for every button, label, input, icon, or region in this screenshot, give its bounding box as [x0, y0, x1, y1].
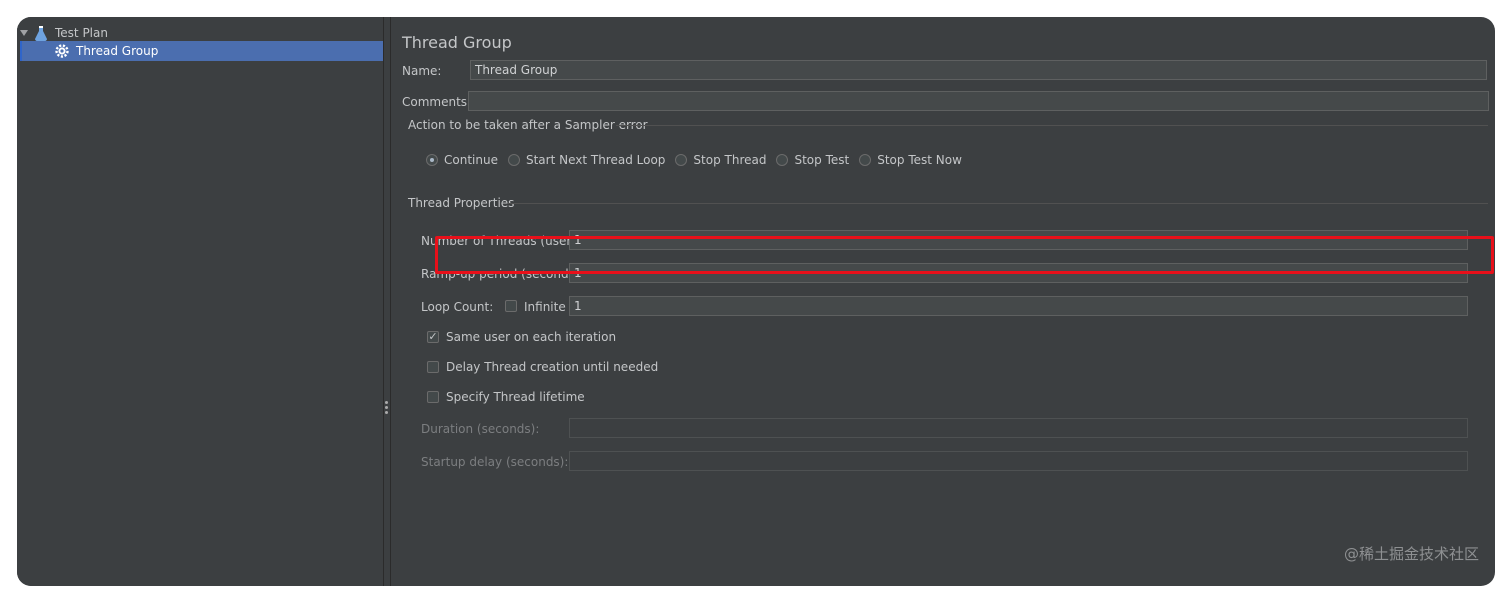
drag-handle-icon[interactable]: [385, 401, 389, 415]
tree-item-test-plan[interactable]: Test Plan: [17, 23, 108, 43]
thread-properties-heading: Thread Properties: [408, 196, 515, 210]
same-user-checkbox[interactable]: ✓: [427, 331, 439, 343]
name-label: Name:: [402, 64, 442, 78]
panel-title: Thread Group: [402, 33, 512, 52]
test-plan-tree: Test Plan Thread Group: [17, 17, 383, 586]
radio-label: Start Next Thread Loop: [525, 153, 666, 167]
sampler-error-radio-group: Continue Start Next Thread Loop Stop Thr…: [426, 153, 972, 167]
tree-item-label: Test Plan: [55, 26, 108, 40]
startup-delay-field: [569, 451, 1468, 471]
sampler-error-heading: Action to be taken after a Sampler error: [408, 118, 648, 132]
section-divider: [616, 125, 1488, 126]
radio-continue[interactable]: Continue: [426, 153, 498, 167]
radio-button[interactable]: [859, 154, 872, 166]
radio-button[interactable]: [675, 154, 688, 166]
watermark-text: @稀土掘金技术社区: [1343, 545, 1479, 563]
startup-delay-label: Startup delay (seconds):: [421, 455, 569, 469]
radio-label: Continue: [444, 153, 498, 167]
delay-thread-label: Delay Thread creation until needed: [446, 360, 659, 374]
highlight-annotation-box: [435, 236, 1494, 274]
radio-button[interactable]: [426, 154, 438, 166]
name-field[interactable]: Thread Group: [470, 60, 1487, 80]
section-divider: [508, 203, 1488, 204]
comments-field[interactable]: [468, 91, 1489, 111]
duration-field: [569, 418, 1468, 438]
thread-lifetime-label: Specify Thread lifetime: [446, 390, 585, 404]
expand-arrow-icon[interactable]: [17, 23, 31, 43]
radio-start-next-thread-loop[interactable]: Start Next Thread Loop: [507, 153, 666, 167]
radio-label: Stop Thread: [693, 153, 767, 167]
radio-stop-test[interactable]: Stop Test: [776, 153, 849, 167]
duration-label: Duration (seconds):: [421, 422, 540, 436]
checkmark-icon: ✓: [428, 330, 438, 343]
infinite-label: Infinite: [524, 300, 566, 314]
jmeter-window: Test Plan Thread Group Thread Group Name…: [17, 17, 1495, 586]
thread-group-panel: Thread Group Name: Thread Group Comments…: [392, 17, 1495, 586]
radio-button[interactable]: [776, 154, 789, 166]
radio-stop-test-now[interactable]: Stop Test Now: [859, 153, 962, 167]
same-user-label: Same user on each iteration: [446, 330, 617, 344]
flask-icon: [35, 25, 49, 41]
loop-count-field[interactable]: 1: [569, 296, 1468, 316]
split-pane-divider[interactable]: [383, 17, 391, 586]
delay-thread-checkbox[interactable]: [427, 361, 439, 373]
radio-button[interactable]: [507, 154, 520, 166]
tree-item-thread-group[interactable]: Thread Group: [20, 41, 383, 61]
comments-label: Comments:: [402, 95, 472, 109]
tree-item-label: Thread Group: [76, 44, 159, 58]
gear-icon: [53, 42, 71, 60]
radio-label: Stop Test Now: [877, 153, 962, 167]
radio-stop-thread[interactable]: Stop Thread: [675, 153, 766, 167]
radio-label: Stop Test: [794, 153, 850, 167]
thread-lifetime-checkbox[interactable]: [427, 391, 439, 403]
loop-count-label: Loop Count:: [421, 300, 494, 314]
infinite-checkbox[interactable]: [505, 300, 517, 312]
